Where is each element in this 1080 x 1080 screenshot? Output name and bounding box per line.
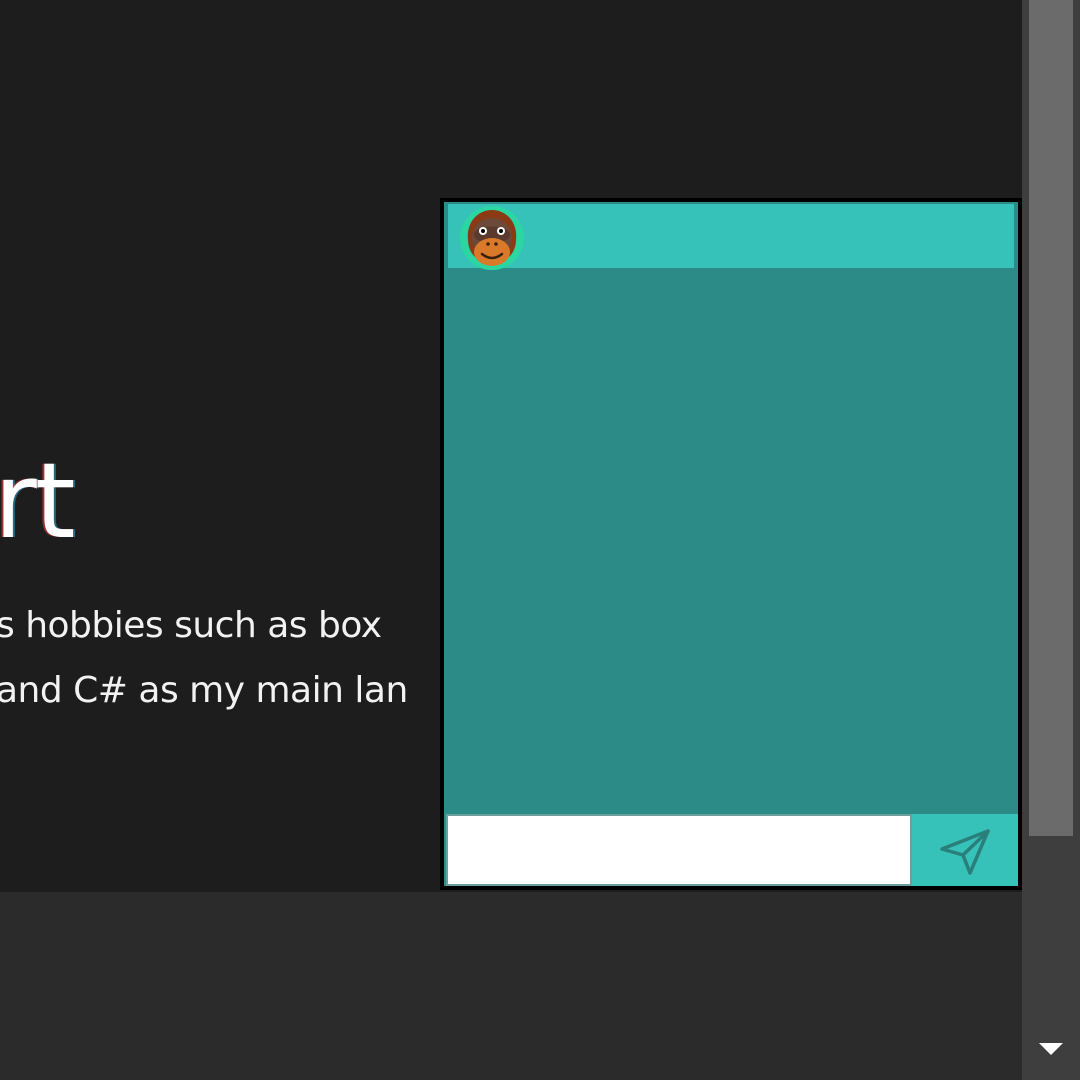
paper-plane-icon [940,829,990,875]
scrollbar-thumb[interactable] [1029,0,1073,836]
scroll-down-arrow-icon[interactable] [1039,1043,1063,1055]
chat-messages-area [444,270,1018,812]
chat-header [448,204,1014,270]
page-heading: rt [0,440,76,562]
page: rt s hobbies such as box and C# as my ma… [0,0,1080,1080]
orangutan-avatar-icon[interactable] [460,206,524,270]
vertical-scrollbar[interactable] [1022,0,1080,1080]
chat-widget [440,198,1022,890]
about-text-line-2: and C# as my main lan [0,670,408,711]
send-button[interactable] [912,814,1018,886]
chat-message-input[interactable] [446,814,912,886]
about-text-line-1: s hobbies such as box [0,605,382,646]
footer-band [0,892,1022,1080]
